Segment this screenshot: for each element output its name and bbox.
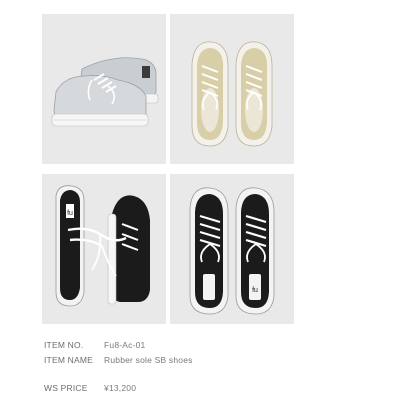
price-label: WS PRICE [44,383,88,393]
item-name-label: ITEM NAME [44,355,94,365]
logo-mark: fu [252,287,258,294]
item-price-row: WS PRICE ¥13,200 [44,383,136,393]
logo-mark: fu [67,210,73,217]
black-shoes-top-photo: fu [170,174,294,324]
price-value: ¥13,200 [104,383,137,393]
item-number-label: ITEM NO. [44,340,84,350]
silver-shoes-photo [42,14,166,164]
item-name-value: Rubber sole SB shoes [104,355,193,365]
gold-shoes-photo [170,14,294,164]
black-shoes-side-illustration: fu [55,185,150,307]
black-shoes-side-photo: fu [42,174,166,324]
gold-shoes-illustration [191,41,273,147]
item-name-row: ITEM NAME Rubber sole SB shoes [44,355,193,365]
silver-shoes-illustration [51,57,159,127]
item-number-value: Fu8-Ac-01 [104,340,146,350]
black-shoes-top-illustration: fu [189,187,275,315]
item-number-row: ITEM NO. Fu8-Ac-01 [44,340,145,350]
